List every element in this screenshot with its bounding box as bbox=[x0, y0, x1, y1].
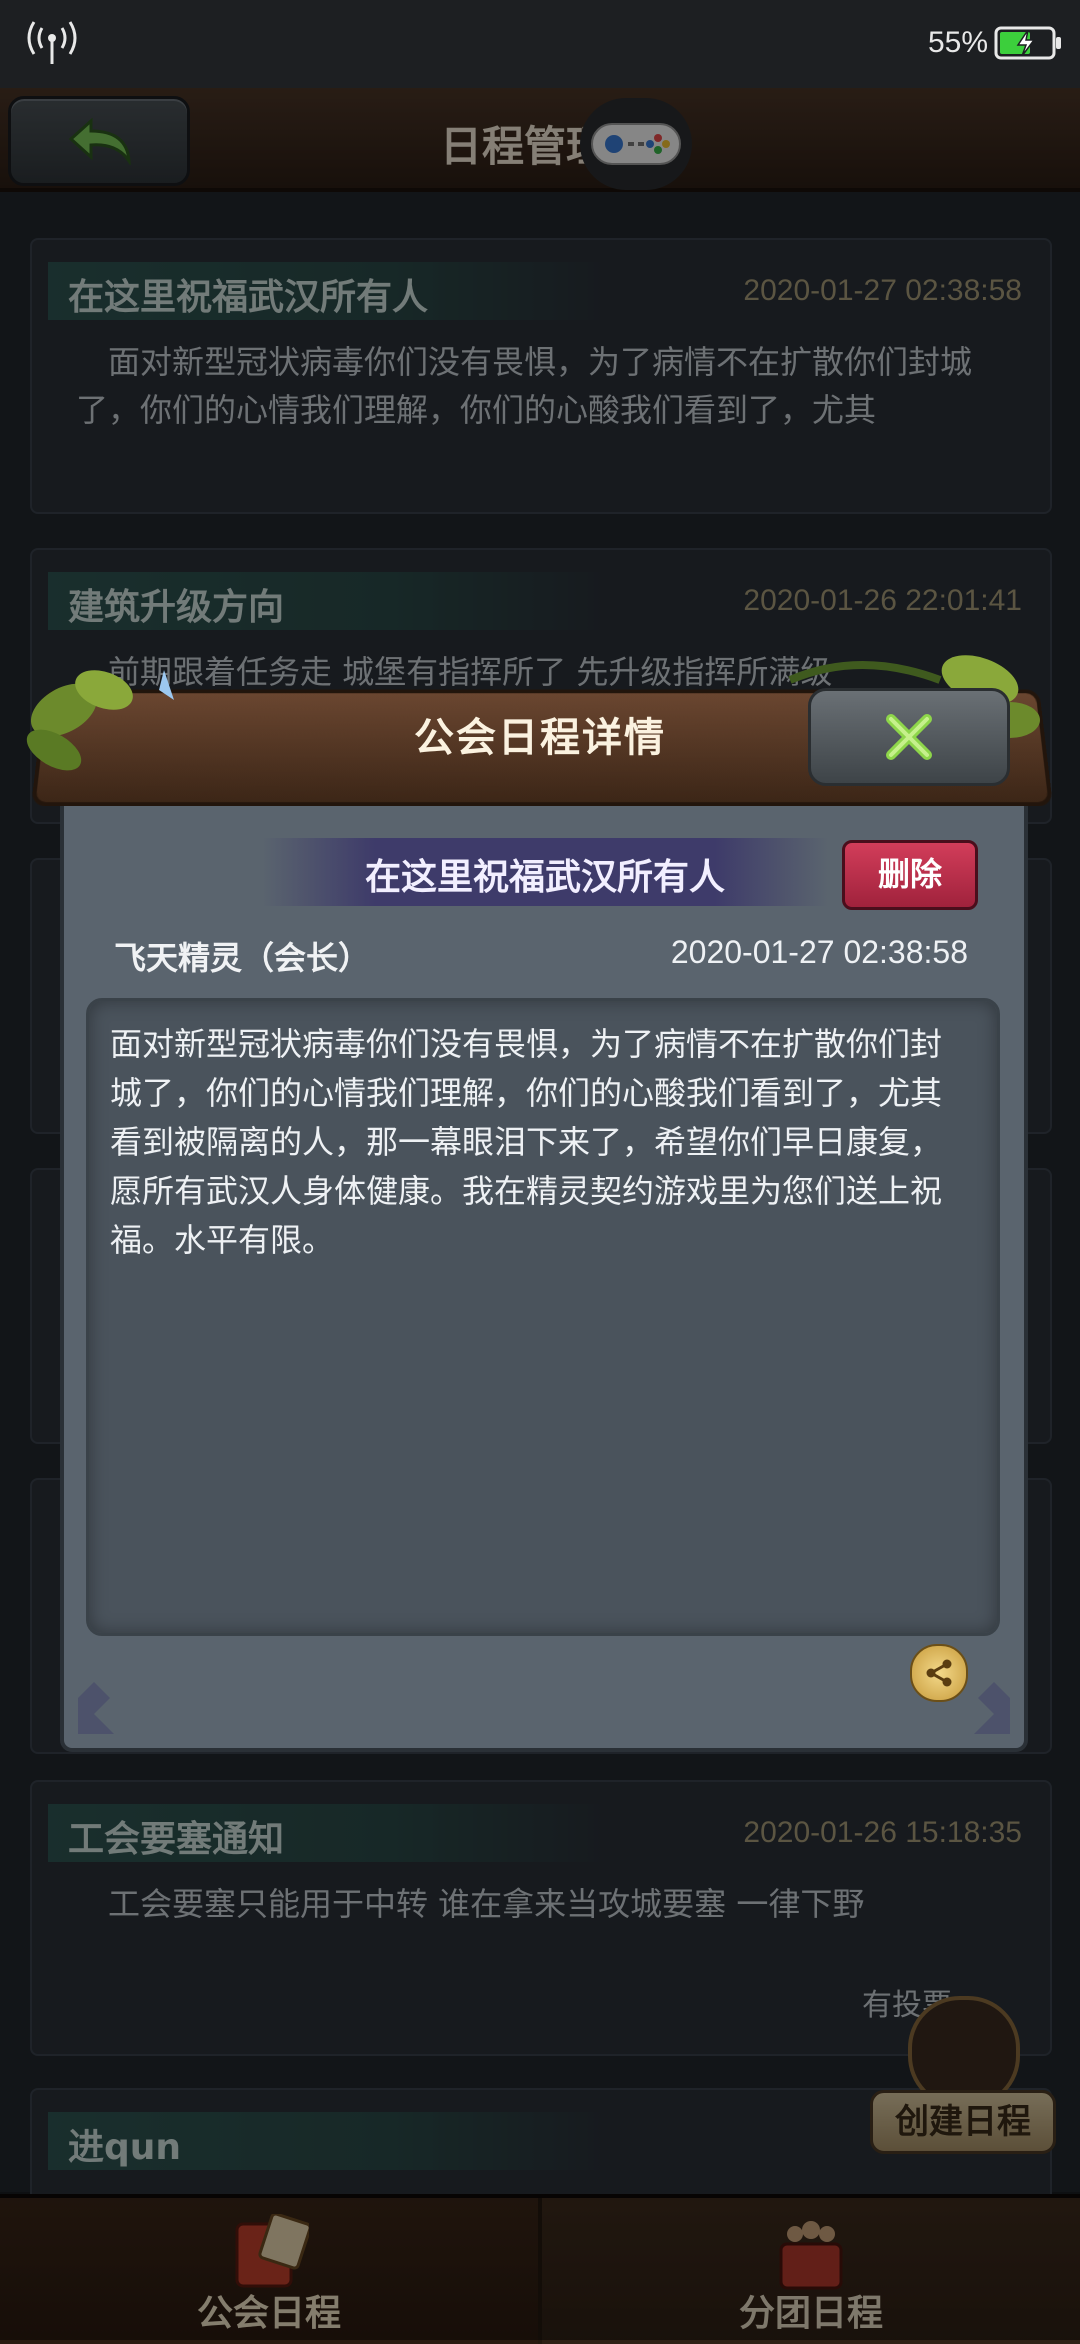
dialog-content: 面对新型冠状病毒你们没有畏惧，为了病情不在扩散你们封城了，你们的心情我们理解，你… bbox=[110, 1025, 943, 1259]
dialog-subject: 在这里祝福武汉所有人 bbox=[364, 857, 725, 898]
corner-ornament-icon bbox=[78, 1682, 114, 1734]
share-icon bbox=[926, 1659, 952, 1687]
share-button[interactable] bbox=[910, 1644, 968, 1702]
close-icon bbox=[886, 714, 932, 760]
delete-button[interactable]: 删除 bbox=[842, 840, 978, 910]
signal-icon bbox=[27, 21, 77, 64]
battery-charging-icon bbox=[994, 26, 1061, 60]
author-name: 飞天精灵（会长） bbox=[114, 939, 371, 977]
close-button[interactable] bbox=[808, 688, 1010, 786]
battery-percent: 55% bbox=[927, 26, 988, 59]
status-bar: 55% bbox=[0, 0, 1080, 88]
dialog-timestamp: 2020-01-27 02:38:58 bbox=[670, 934, 968, 970]
